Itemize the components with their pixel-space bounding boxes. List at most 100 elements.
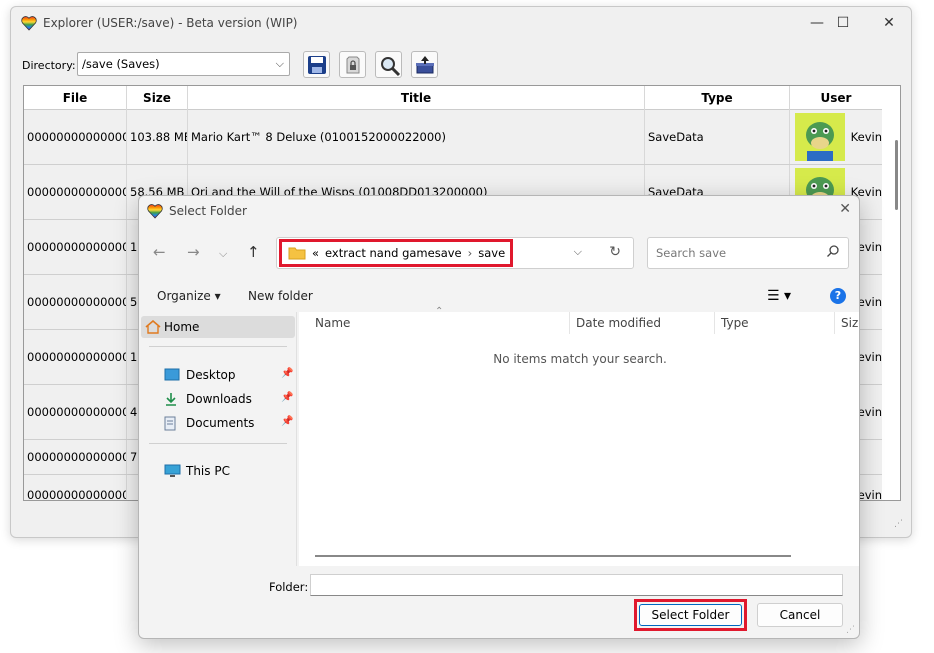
pin-icon[interactable]: 📌 bbox=[281, 416, 293, 427]
nav-item-home[interactable]: Home bbox=[141, 316, 295, 338]
cell-title: Mario Kart™ 8 Deluxe (0100152000022000) bbox=[188, 110, 645, 164]
minimize-button[interactable]: — bbox=[807, 13, 827, 33]
resize-grip-icon[interactable]: ⋰ bbox=[894, 519, 903, 529]
breadcrumb-separator-icon: › bbox=[467, 246, 473, 260]
recent-chevron-icon[interactable]: ⌵ bbox=[219, 247, 227, 261]
extract-button[interactable] bbox=[411, 51, 438, 78]
cell-file: 0000000000000076 bbox=[24, 275, 127, 329]
folder-label: Folder: bbox=[269, 580, 309, 594]
file-list: ⌃ Name Date modified Type Size No items … bbox=[299, 306, 859, 566]
column-header-file[interactable]: File bbox=[24, 86, 127, 110]
close-button[interactable]: ✕ bbox=[879, 13, 899, 33]
select-folder-highlight: Select Folder bbox=[634, 599, 747, 631]
breadcrumb: « extract nand gamesave › save bbox=[279, 239, 513, 267]
floppy-disk-icon bbox=[308, 56, 326, 74]
column-header-date-modified[interactable]: Date modified bbox=[572, 312, 715, 334]
directory-select[interactable]: /save (Saves) ⌵ bbox=[77, 52, 290, 76]
cell-file-text: 0000000000000081 bbox=[27, 240, 126, 254]
nav-item-label: Downloads bbox=[186, 392, 252, 406]
nav-item-label: This PC bbox=[186, 464, 230, 478]
organize-menu[interactable]: Organize ▾ bbox=[157, 289, 221, 303]
maximize-button[interactable]: ☐ bbox=[833, 13, 853, 33]
cell-file: 000000000000003d bbox=[24, 165, 127, 219]
cell-file: 0000000000000040 bbox=[24, 330, 127, 384]
table-row[interactable]: 000000000000003c 103.88 MBMario Kart™ 8 D… bbox=[24, 110, 882, 165]
vertical-scrollbar[interactable] bbox=[895, 140, 898, 210]
forward-arrow-icon[interactable]: → bbox=[187, 243, 200, 261]
column-header-size[interactable]: Size bbox=[837, 312, 859, 334]
cell-file-text: 000000000000003c bbox=[27, 130, 126, 144]
column-header-type[interactable]: Type bbox=[717, 312, 835, 334]
column-header-type[interactable]: Type bbox=[645, 86, 790, 110]
cell-file-text: 0000000000000040 bbox=[27, 350, 126, 364]
search-button[interactable] bbox=[375, 51, 402, 78]
column-header-name[interactable]: Name bbox=[311, 312, 570, 334]
directory-label: Directory: bbox=[22, 59, 76, 72]
magnifier-icon bbox=[381, 57, 401, 77]
dialog-title: Select Folder bbox=[169, 204, 247, 218]
folder-icon bbox=[288, 247, 306, 260]
search-input[interactable]: Search save bbox=[647, 237, 849, 269]
table-header: File Size Title Type User bbox=[24, 86, 882, 110]
up-arrow-icon[interactable]: ↑ bbox=[247, 243, 260, 261]
pin-icon[interactable]: 📌 bbox=[281, 392, 293, 403]
save-button[interactable] bbox=[303, 51, 330, 78]
address-bar[interactable]: « extract nand gamesave › save ⌵ ↻ bbox=[276, 237, 634, 269]
window-title: Explorer (USER:/save) - Beta version (WI… bbox=[43, 16, 298, 30]
cell-title-text: Mario Kart™ 8 Deluxe (0100152000022000) bbox=[191, 130, 446, 144]
nav-item-this-pc[interactable]: This PC bbox=[150, 460, 290, 482]
column-header-user[interactable]: User bbox=[790, 86, 882, 110]
computer-icon bbox=[164, 464, 181, 477]
cell-file-text: 0000000000000077 bbox=[27, 450, 126, 464]
select-folder-dialog: Select Folder ✕ ← → ⌵ ↑ « extract nand g… bbox=[138, 195, 860, 639]
breadcrumb-item-current[interactable]: save bbox=[478, 246, 505, 260]
cell-file-text: 0000000000000065 bbox=[27, 405, 126, 419]
lock-icon bbox=[346, 56, 360, 74]
title-bar: Explorer (USER:/save) - Beta version (WI… bbox=[11, 7, 911, 39]
heart-icon bbox=[21, 16, 37, 31]
refresh-icon[interactable]: ↻ bbox=[609, 244, 621, 260]
nav-item-label: Home bbox=[164, 320, 200, 334]
user-name: Kevin bbox=[850, 130, 882, 144]
back-arrow-icon[interactable]: ← bbox=[153, 243, 166, 261]
address-dropdown-icon[interactable]: ⌵ bbox=[574, 245, 582, 259]
cell-file: 0000000000000085 bbox=[24, 475, 127, 501]
resize-grip-icon[interactable]: ⋰ bbox=[846, 625, 855, 635]
select-folder-button[interactable]: Select Folder bbox=[639, 604, 742, 626]
column-header-size[interactable]: Size bbox=[127, 86, 188, 110]
breadcrumb-item-parent[interactable]: extract nand gamesave bbox=[325, 246, 462, 260]
help-icon[interactable]: ? bbox=[830, 288, 846, 304]
new-folder-button[interactable]: New folder bbox=[248, 289, 313, 303]
cell-type: SaveData bbox=[645, 110, 790, 164]
chevron-down-icon: ⌵ bbox=[275, 57, 284, 70]
cell-file: 0000000000000077 bbox=[24, 440, 127, 474]
nav-item-label: Documents bbox=[186, 416, 255, 430]
pin-icon[interactable]: 📌 bbox=[281, 368, 293, 379]
lock-button[interactable] bbox=[339, 51, 366, 78]
cell-size: 103.88 MB bbox=[127, 110, 188, 164]
folder-name-field[interactable] bbox=[310, 574, 843, 596]
nav-item-downloads[interactable]: Downloads bbox=[150, 388, 290, 410]
desktop-icon bbox=[164, 368, 180, 381]
nav-divider bbox=[149, 443, 287, 444]
navigation-pane: Home Desktop 📌 Downloads 📌 Documents 📌 T… bbox=[139, 312, 297, 566]
heart-icon bbox=[147, 204, 163, 219]
nav-item-desktop[interactable]: Desktop bbox=[150, 364, 290, 386]
search-placeholder: Search save bbox=[656, 246, 727, 260]
column-header-title[interactable]: Title bbox=[188, 86, 645, 110]
nav-item-documents[interactable]: Documents bbox=[150, 412, 290, 434]
nav-item-label: Desktop bbox=[186, 368, 236, 382]
view-options-icon[interactable]: ☰ ▾ bbox=[767, 288, 791, 304]
cell-file-text: 000000000000003d bbox=[27, 185, 126, 199]
dialog-close-button[interactable]: ✕ bbox=[839, 201, 851, 217]
cell-user: Kevin bbox=[790, 110, 882, 164]
breadcrumb-overflow[interactable]: « bbox=[312, 246, 319, 260]
document-icon bbox=[164, 416, 176, 431]
download-arrow-icon bbox=[166, 393, 176, 406]
box-upload-icon bbox=[416, 56, 434, 74]
cancel-button[interactable]: Cancel bbox=[757, 603, 843, 627]
avatar bbox=[795, 113, 845, 161]
horizontal-scrollbar[interactable] bbox=[315, 555, 791, 557]
cell-file-text: 0000000000000085 bbox=[27, 487, 126, 501]
cell-size-text: 103.88 MB bbox=[130, 130, 188, 144]
